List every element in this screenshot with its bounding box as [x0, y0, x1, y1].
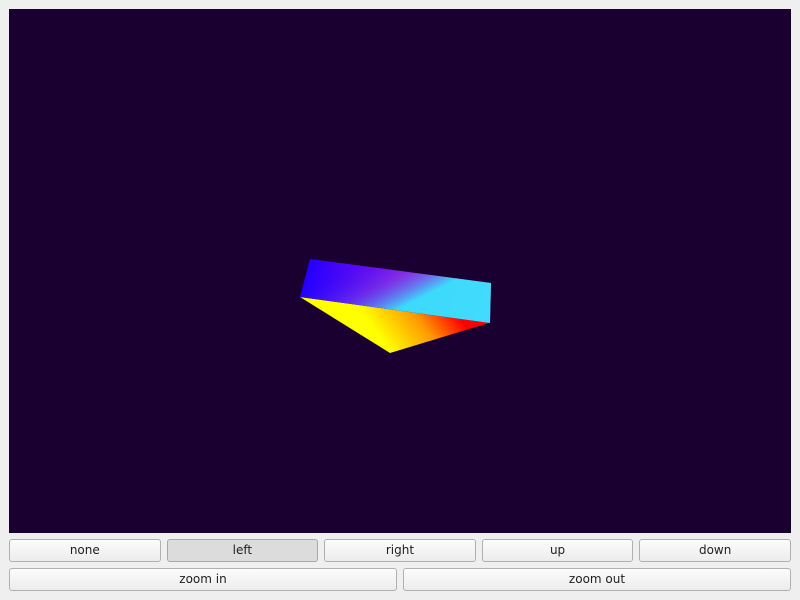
3d-viewport[interactable] [9, 9, 791, 533]
down-button[interactable]: down [639, 539, 791, 562]
rotation-button-row: none left right up down [9, 539, 791, 563]
zoom-out-button[interactable]: zoom out [403, 568, 791, 591]
zoom-in-button[interactable]: zoom in [9, 568, 397, 591]
3d-scene [300, 259, 491, 353]
up-button[interactable]: up [481, 539, 634, 562]
right-button[interactable]: right [324, 539, 476, 562]
none-button[interactable]: none [9, 539, 161, 562]
zoom-button-row: zoom in zoom out [9, 568, 791, 592]
left-button[interactable]: left [166, 539, 319, 562]
app-window: none left right up down zoom in zoom out [0, 0, 800, 600]
